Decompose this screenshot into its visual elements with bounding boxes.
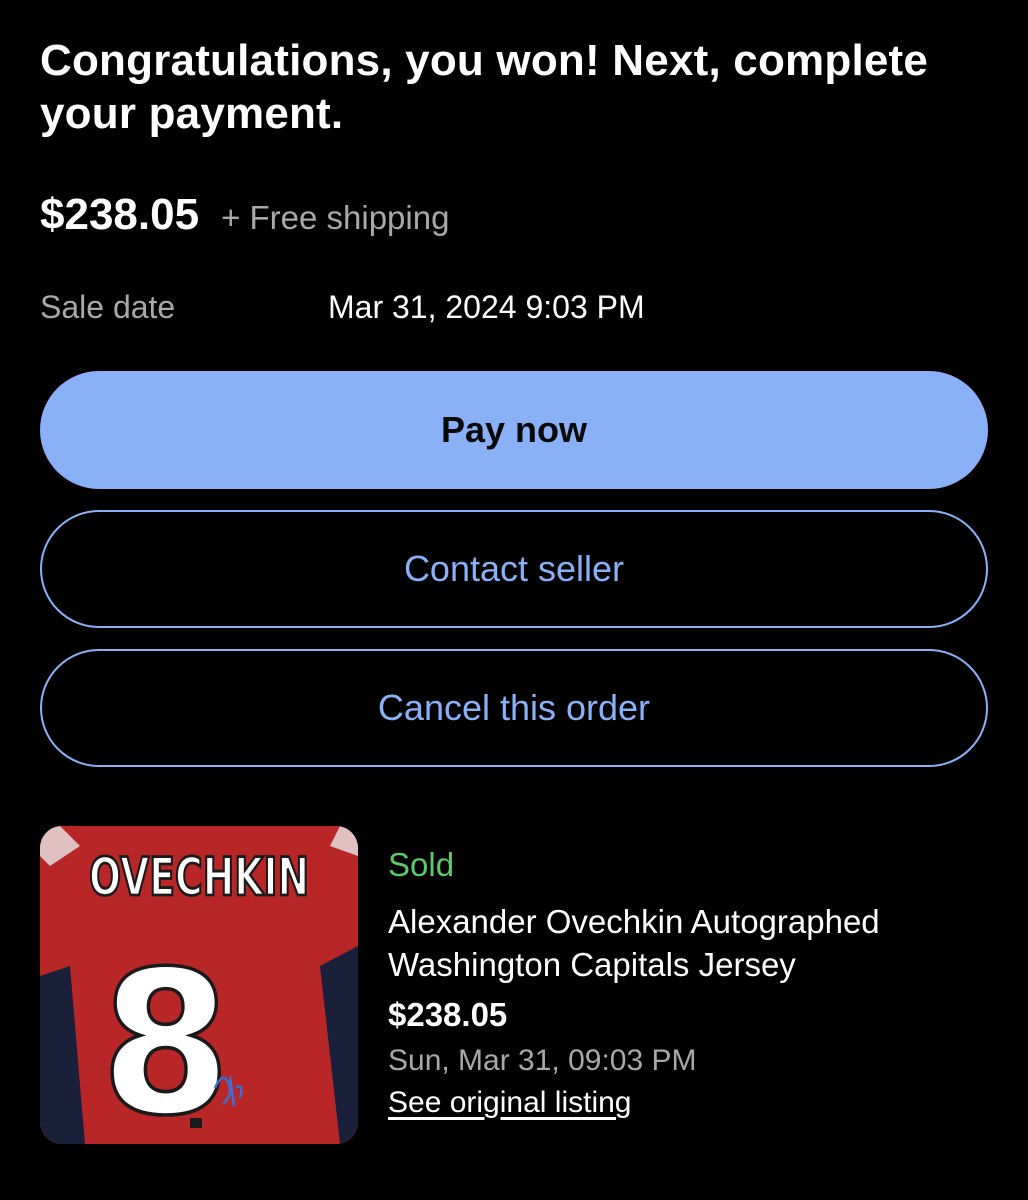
jersey-name-text: OVECHKIN (89, 845, 309, 907)
total-price: $238.05 (40, 190, 200, 239)
item-thumbnail[interactable]: OVECHKIN 8 (40, 826, 358, 1144)
contact-seller-button[interactable]: Contact seller (40, 510, 988, 628)
sale-date-label: Sale date (40, 289, 176, 325)
pay-now-button[interactable]: Pay now (40, 371, 988, 489)
item-price: $238.05 (388, 996, 508, 1033)
status-badge: Sold (388, 846, 455, 883)
jersey-image: OVECHKIN 8 (40, 826, 358, 1144)
cancel-order-button[interactable]: Cancel this order (40, 649, 988, 767)
item-title[interactable]: Alexander Ovechkin Autographed Washingto… (388, 900, 1008, 986)
shipping-info: + Free shipping (221, 199, 450, 236)
see-original-listing-link[interactable]: See original listing (388, 1086, 631, 1119)
jersey-number-text: 8 (101, 929, 231, 1144)
authenticity-sticker (190, 1118, 202, 1128)
item-date: Sun, Mar 31, 09:03 PM (388, 1044, 697, 1077)
price-summary: $238.05 + Free shipping (40, 190, 449, 240)
page-title: Congratulations, you won! Next, complete… (40, 36, 929, 138)
sale-date-value: Mar 31, 2024 9:03 PM (328, 289, 645, 325)
item-details: Sold Alexander Ovechkin Autographed Wash… (388, 846, 1008, 1120)
